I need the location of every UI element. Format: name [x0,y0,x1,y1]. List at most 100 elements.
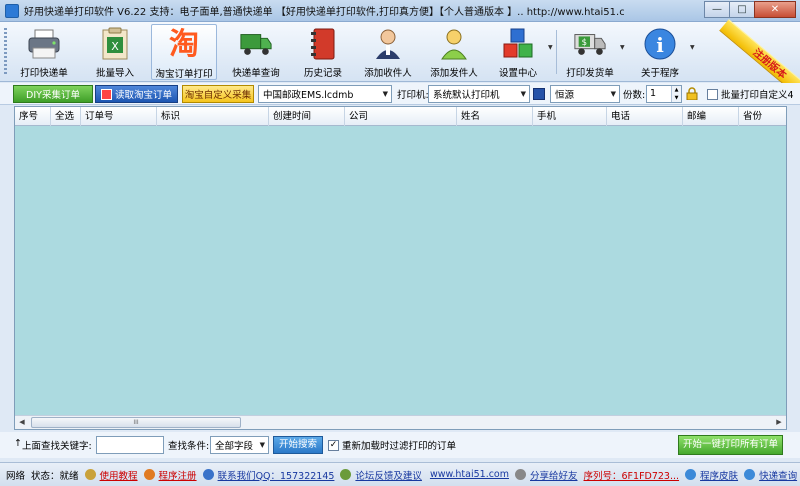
toolbar-settings-center[interactable]: 设置中心 [490,24,546,80]
about-dropdown-arrow[interactable]: ▼ [690,44,695,51]
svg-text:i: i [656,33,664,57]
condition-label: 查找条件: [168,441,210,452]
template-select[interactable]: 中国邮政EMS.lcdmb ▼ [258,85,392,103]
copies-label: 份数: [623,90,646,101]
taobao-icon: 淘 [169,27,199,62]
reload-filter-checkbox[interactable]: ✓ [328,440,339,451]
col-select-all[interactable]: 全选 [51,107,81,126]
col-phone[interactable]: 电话 [607,107,683,126]
stepper-up-icon[interactable]: ▲ [671,86,681,94]
orders-grid[interactable]: 序号 全选 订单号 标识 创建时间 公司 姓名 手机 电话 邮编 省份 ◀ II… [14,106,787,430]
invoice-dropdown-arrow[interactable]: ▼ [620,44,625,51]
copies-stepper[interactable]: 1 ▲ ▼ [646,85,682,103]
toolbar-about[interactable]: i 关于程序 [632,24,688,80]
grid-header: 序号 全选 订单号 标识 创建时间 公司 姓名 手机 电话 邮编 省份 [15,107,786,126]
col-order-no[interactable]: 订单号 [81,107,157,126]
taobao-small-icon [100,88,112,100]
money-truck-icon: $ [573,27,607,61]
read-taobao-button[interactable]: 读取淘宝订单 [95,85,178,103]
action-row: DIY采集订单 读取淘宝订单 淘宝自定义采集 中国邮政EMS.lcdmb ▼ 打… [0,83,800,105]
toolbar-add-recipient[interactable]: 添加收件人 [358,24,418,80]
print-all-button[interactable]: 开始一键打印所有订单 [678,435,783,455]
share-link[interactable]: 分享给好友 [530,468,578,482]
stepper-down-icon[interactable]: ▼ [671,94,681,102]
toolbar-taobao-print[interactable]: 淘 淘宝订单打印 [151,24,217,80]
col-name[interactable]: 姓名 [457,107,533,126]
col-zip[interactable]: 邮编 [683,107,739,126]
track-link[interactable]: 快递查询 [759,468,797,482]
toolbar-print-invoice[interactable]: $ 打印发货单 [560,24,620,80]
minimize-button[interactable]: — [704,1,730,18]
settings-cubes-icon [501,27,535,61]
horizontal-scrollbar[interactable]: ◀ III ▶ [15,415,786,429]
up-arrow-icon: ↑ [14,438,22,449]
info-icon: i [643,27,677,61]
notebook-icon [306,27,340,61]
printer-select[interactable]: 系统默认打印机 ▼ [428,85,530,103]
toolbar-separator [556,30,557,74]
skin-link[interactable]: 程序皮肤 [700,468,738,482]
scroll-thumb[interactable]: III [31,417,241,428]
forum-link[interactable]: 论坛反馈及建议 [355,468,422,482]
chevron-down-icon: ▼ [382,90,388,98]
diy-collect-button[interactable]: DIY采集订单 [13,85,93,103]
maximize-button[interactable]: □ [729,1,755,18]
forum-icon [340,469,352,480]
site-link[interactable]: www.htai51.com [430,469,509,480]
toolbar-history[interactable]: 历史记录 [294,24,352,80]
toolbar-grip[interactable] [4,28,7,76]
status-label: 状态：就绪 [31,470,79,482]
keyword-label: 上面查找关键字: [22,441,92,452]
col-created-time[interactable]: 创建时间 [269,107,345,126]
tutorial-icon [84,469,96,480]
svg-text:$: $ [582,38,587,48]
main-toolbar: 打印快递单 X 批量导入 淘 淘宝订单打印 快递单查询 历史记录 添加收件人 添… [0,19,800,108]
search-row: ↑ 上面查找关键字: 查找条件: 全部字段 ▼ 开始搜索 ✓ 重新加载时过滤打印… [0,432,800,458]
track-icon [744,469,756,480]
search-button[interactable]: 开始搜索 [273,436,323,454]
toolbar-batch-import[interactable]: X 批量导入 [84,24,146,80]
printer-label: 打印机: [397,90,429,101]
chevron-down-icon: ▼ [520,90,526,98]
printer-icon [27,27,61,61]
toolbar-print-waybill[interactable]: 打印快递单 [12,24,76,80]
scroll-left-icon[interactable]: ◀ [15,416,29,429]
window-controls: — □ ✕ [704,1,796,18]
skin-icon [685,469,697,480]
window-title: 好用快递单打印软件 V6.22 支持：电子面单,普通快递单 【好用快递单打印软件… [24,7,624,18]
delivery-truck-icon [239,27,273,61]
close-button[interactable]: ✕ [754,1,796,18]
lock-icon[interactable] [686,87,698,101]
chevron-down-icon: ▼ [259,441,265,449]
app-icon [5,3,19,18]
recipient-user-icon [371,27,405,61]
sender-user-icon [437,27,471,61]
settings-dropdown-arrow[interactable]: ▼ [548,44,553,51]
excel-import-icon: X [98,27,132,61]
batch-custom-checkbox[interactable] [707,89,718,100]
save-icon[interactable] [533,88,545,100]
batch-custom-label: 批量打印自定义4 [721,90,794,101]
col-mobile[interactable]: 手机 [533,107,607,126]
col-company[interactable]: 公司 [345,107,457,126]
col-index[interactable]: 序号 [15,107,51,126]
contact-icon [202,469,214,480]
register-link[interactable]: 程序注册 [159,468,197,482]
svg-text:X: X [111,40,119,53]
col-tag[interactable]: 标识 [157,107,269,126]
tutorial-link[interactable]: 使用教程 [100,468,138,482]
toolbar-waybill-query[interactable]: 快递单查询 [224,24,288,80]
status-bar: 网络 状态：就绪 使用教程 程序注册 联系我们QQ：157322145 论坛反馈… [0,462,800,486]
condition-select[interactable]: 全部字段 ▼ [210,436,269,454]
share-icon [515,469,526,480]
toolbar-add-sender[interactable]: 添加发件人 [424,24,484,80]
keyword-input[interactable] [96,436,164,454]
title-bar: 好用快递单打印软件 V6.22 支持：电子面单,普通快递单 【好用快递单打印软件… [0,0,800,22]
col-province[interactable]: 省份 [739,107,786,126]
custom-collect-button[interactable]: 淘宝自定义采集 [182,85,254,103]
contact-link[interactable]: 联系我们QQ：157322145 [218,468,335,482]
scroll-right-icon[interactable]: ▶ [772,416,786,429]
serial-link[interactable]: 序列号：6F1FD723... [584,468,680,482]
network-label: 网络 [6,470,26,482]
source-select[interactable]: 恒源 ▼ [550,85,620,103]
